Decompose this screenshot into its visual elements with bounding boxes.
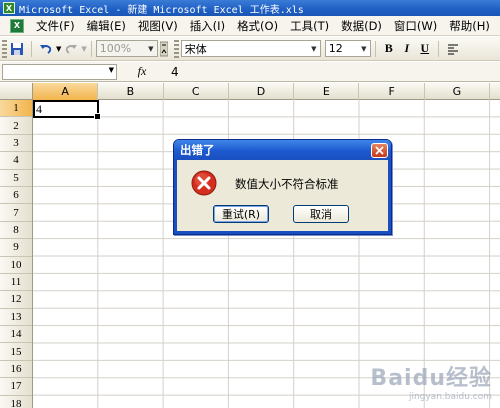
dialog-message: 数值大小不符合标准 xyxy=(235,177,339,191)
formula-input[interactable]: 4 xyxy=(167,65,179,79)
dialog-body: 数值大小不符合标准 重试(R) 取消 xyxy=(174,160,391,234)
chevron-down-icon[interactable]: ▼ xyxy=(109,66,114,74)
select-all-corner[interactable] xyxy=(0,83,33,100)
row-header[interactable]: 13 xyxy=(0,309,32,327)
row-header[interactable]: 15 xyxy=(0,343,32,361)
watermark-brand: Baidu经验 xyxy=(370,366,492,391)
row-header[interactable]: 7 xyxy=(0,204,32,222)
redo-icon[interactable] xyxy=(62,40,80,58)
underline-button[interactable]: U xyxy=(417,40,433,58)
undo-icon[interactable] xyxy=(37,40,55,58)
row-header[interactable]: 16 xyxy=(0,361,32,379)
menu-bar: X 文件(F) 编辑(E) 视图(V) 插入(I) 格式(O) 工具(T) 数据… xyxy=(0,16,500,36)
bold-button[interactable]: B xyxy=(381,40,397,58)
row-header[interactable]: 1 xyxy=(0,100,32,118)
watermark: Baidu经验 jingyan.baidu.com xyxy=(370,360,492,402)
font-name-combo[interactable]: 宋体 ▼ xyxy=(180,40,321,57)
column-header-g[interactable]: G xyxy=(425,83,491,100)
column-header-b[interactable]: B xyxy=(98,83,164,100)
align-left-icon[interactable] xyxy=(444,40,462,58)
row-header[interactable]: 9 xyxy=(0,239,32,257)
error-icon xyxy=(191,170,217,196)
row-header[interactable]: 18 xyxy=(0,396,32,408)
menu-help[interactable]: 帮助(H) xyxy=(443,18,496,34)
zoom-value: 100% xyxy=(99,42,132,55)
column-header-e[interactable]: E xyxy=(294,83,360,100)
toolbar-grip[interactable] xyxy=(2,39,7,58)
font-name-value: 宋体 xyxy=(184,42,207,56)
row-header[interactable]: 5 xyxy=(0,170,32,187)
watermark-url: jingyan.baidu.com xyxy=(408,392,492,402)
window-title-bar[interactable]: X Microsoft Excel - 新建 Microsoft Excel 工… xyxy=(0,0,500,16)
toolbar-separator xyxy=(31,40,32,57)
row-header[interactable]: 10 xyxy=(0,257,32,274)
row-header[interactable]: 12 xyxy=(0,291,32,309)
error-dialog: 出错了 数值大小不符合标准 重试(R) 取消 xyxy=(173,139,392,235)
row-header[interactable]: 8 xyxy=(0,222,32,240)
column-header-c[interactable]: C xyxy=(164,83,229,100)
column-header-a[interactable]: A xyxy=(33,83,99,100)
close-icon[interactable] xyxy=(371,142,388,158)
dialog-title: 出错了 xyxy=(180,143,215,157)
function-icon[interactable]: fx xyxy=(117,64,167,79)
menu-window[interactable]: 窗口(W) xyxy=(388,18,443,34)
font-size-combo[interactable]: 12 ▼ xyxy=(324,40,371,57)
column-header-f[interactable]: F xyxy=(359,83,425,100)
toolbar-separator xyxy=(90,40,92,57)
cancel-button[interactable]: 取消 xyxy=(293,205,349,223)
chevron-down-icon[interactable]: ▼ xyxy=(358,41,370,56)
menu-data[interactable]: 数据(D) xyxy=(335,18,388,34)
toolbar-options-icon[interactable] xyxy=(159,40,169,58)
column-headers: A B C D E F G xyxy=(0,83,500,100)
save-icon[interactable] xyxy=(8,40,26,58)
worksheet-grid[interactable]: A B C D E F G 1 2 3 4 5 6 7 8 9 10 11 12… xyxy=(0,83,500,408)
dialog-title-bar[interactable]: 出错了 xyxy=(174,140,391,160)
excel-app-icon: X xyxy=(3,2,15,14)
name-box[interactable]: ▼ xyxy=(2,63,117,80)
toolbar: ▼ ▼ 100% ▼ 宋体 ▼ 12 ▼ B I U xyxy=(0,37,500,61)
row-header[interactable]: 2 xyxy=(0,117,32,135)
chevron-down-icon[interactable]: ▼ xyxy=(308,41,320,56)
formula-bar: ▼ fx 4 xyxy=(0,62,500,82)
row-headers: 1 2 3 4 5 6 7 8 9 10 11 12 13 14 15 16 1… xyxy=(0,100,33,408)
row-header[interactable]: 4 xyxy=(0,152,32,170)
font-size-value: 12 xyxy=(328,42,343,55)
row-header[interactable]: 11 xyxy=(0,274,32,292)
row-header[interactable]: 6 xyxy=(0,187,32,205)
active-cell-a1[interactable]: 4 xyxy=(33,100,101,120)
menu-view[interactable]: 视图(V) xyxy=(132,18,184,34)
redo-dropdown-icon[interactable]: ▼ xyxy=(81,45,86,53)
column-header-d[interactable]: D xyxy=(229,83,295,100)
menu-tools[interactable]: 工具(T) xyxy=(284,18,335,34)
menu-file[interactable]: 文件(F) xyxy=(30,18,81,34)
row-header[interactable]: 14 xyxy=(0,326,32,344)
row-header[interactable]: 17 xyxy=(0,378,32,396)
menu-format[interactable]: 格式(O) xyxy=(231,18,284,34)
toolbar-grip[interactable] xyxy=(173,39,179,58)
italic-button[interactable]: I xyxy=(399,40,415,58)
retry-button[interactable]: 重试(R) xyxy=(213,205,269,223)
workbook-icon[interactable]: X xyxy=(10,18,24,33)
window-title: Microsoft Excel - 新建 Microsoft Excel 工作表… xyxy=(19,4,304,16)
row-header[interactable]: 3 xyxy=(0,135,32,153)
toolbar-separator xyxy=(437,40,439,57)
toolbar-separator xyxy=(374,40,376,57)
menu-insert[interactable]: 插入(I) xyxy=(184,18,231,34)
menu-edit[interactable]: 编辑(E) xyxy=(81,18,132,34)
zoom-combo[interactable]: 100% ▼ xyxy=(95,40,158,57)
chevron-down-icon[interactable]: ▼ xyxy=(145,41,157,56)
undo-dropdown-icon[interactable]: ▼ xyxy=(56,45,61,53)
